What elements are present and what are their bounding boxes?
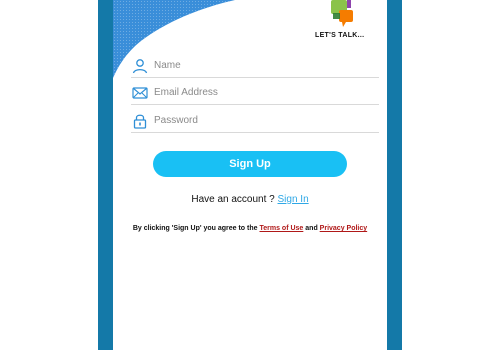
signin-link[interactable]: Sign In: [278, 194, 309, 205]
left-backdrop: [0, 0, 98, 350]
password-field[interactable]: [131, 109, 379, 133]
terms-prefix: By clicking 'Sign Up' you agree to the: [132, 225, 260, 232]
name-field[interactable]: [131, 54, 379, 78]
privacy-policy-link[interactable]: Privacy Policy: [320, 225, 367, 232]
have-account-line: Have an account ? Sign In: [113, 194, 387, 205]
terms-notice: By clicking 'Sign Up' you agree to the T…: [127, 224, 373, 234]
logo-text: LET'S TALK...: [315, 32, 365, 39]
signup-screen: LET'S TALK... Sig: [113, 0, 387, 350]
email-field[interactable]: [131, 81, 379, 105]
terms-of-use-link[interactable]: Terms of Use: [259, 225, 303, 232]
right-phone-border: [387, 0, 402, 350]
password-input[interactable]: [154, 115, 364, 126]
left-phone-border: [98, 0, 113, 350]
signup-button[interactable]: Sign Up: [153, 151, 347, 177]
lock-icon: [131, 112, 149, 130]
user-icon: [131, 57, 149, 75]
envelope-icon: [131, 84, 149, 102]
name-input[interactable]: [154, 60, 364, 71]
have-account-text: Have an account ?: [191, 194, 278, 205]
right-backdrop: [402, 0, 500, 350]
email-input[interactable]: [154, 87, 364, 98]
terms-middle: and: [303, 225, 320, 232]
